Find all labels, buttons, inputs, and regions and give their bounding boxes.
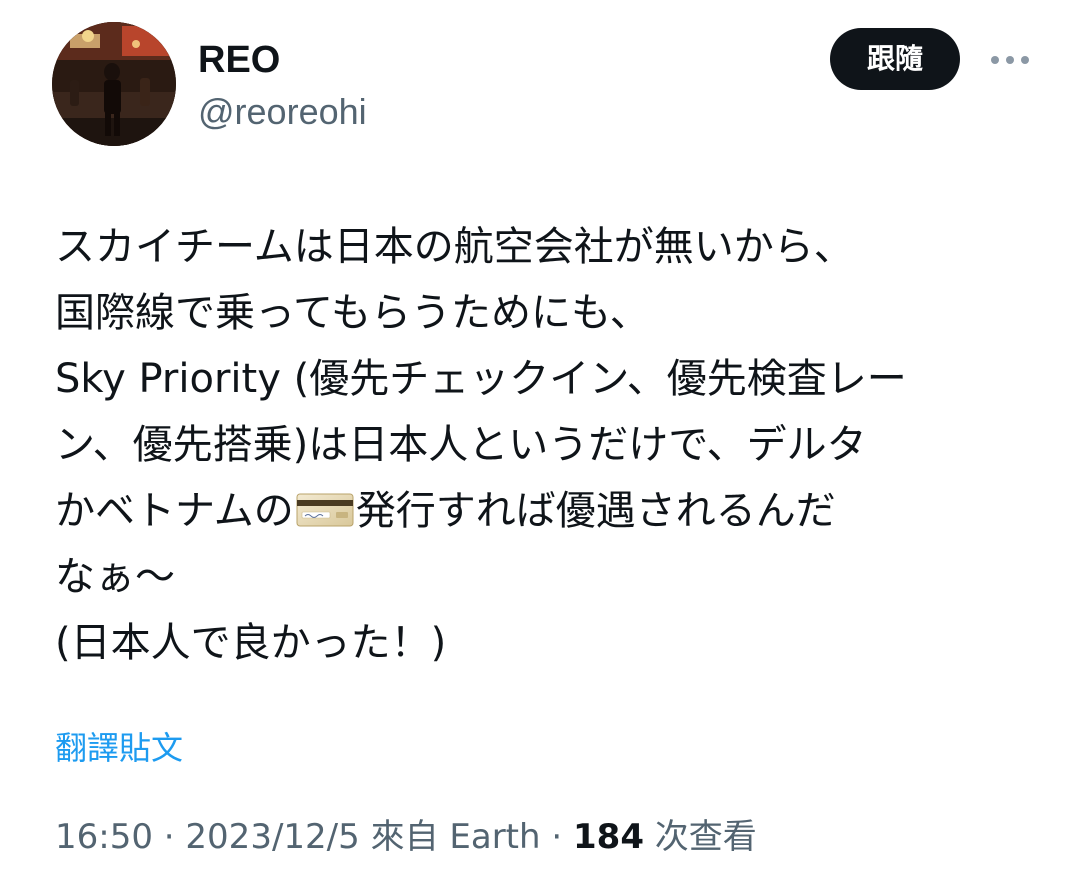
tweet-line-with-emoji: かベトナムの 発行すれば優遇されるんだ	[55, 478, 1035, 544]
more-horizontal-icon	[991, 56, 999, 64]
tweet-line: ン、優先搭乗)は日本人というだけで、デルタ	[55, 422, 867, 468]
post-time[interactable]: 16:50	[55, 817, 153, 857]
tweet-detail: REO @reoreohi 跟隨 スカイチームは日本の航空会社が無いから、 国際…	[0, 0, 1080, 886]
tweet-line: なぁ～	[55, 554, 175, 600]
view-count-label: 次查看	[643, 817, 757, 857]
post-date[interactable]: 2023/12/5	[185, 817, 359, 857]
display-name[interactable]: REO	[198, 38, 280, 82]
tweet-line-part: 発行すれば優遇されるんだ	[355, 488, 836, 534]
more-horizontal-icon-dot	[1006, 56, 1014, 64]
avatar[interactable]	[52, 22, 176, 146]
meta-separator: ·	[152, 817, 186, 857]
translate-post-link[interactable]: 翻譯貼文	[55, 724, 183, 772]
tweet-line: 国際線で乗ってもらうためにも、	[55, 290, 650, 336]
user-handle[interactable]: @reoreohi	[198, 90, 367, 134]
more-horizontal-icon-dot	[1021, 56, 1029, 64]
post-source: 來自 Earth	[359, 817, 541, 857]
tweet-line-part: かベトナムの	[55, 488, 294, 534]
meta-separator: ·	[540, 817, 573, 857]
tweet-text: スカイチームは日本の航空会社が無いから、 国際線で乗ってもらうためにも、 Sky…	[55, 214, 1035, 676]
tweet-line: (日本人で良かった！)	[55, 620, 447, 666]
tweet-meta: 16:50 · 2023/12/5 來自 Earth · 184 次查看	[55, 812, 757, 862]
avatar-photo-icon	[52, 22, 176, 146]
view-count[interactable]: 184	[573, 817, 644, 857]
follow-button[interactable]: 跟隨	[830, 28, 960, 90]
credit-card-icon	[296, 493, 354, 527]
tweet-line: Sky Priority (優先チェックイン、優先検査レー	[55, 356, 907, 402]
more-options-button[interactable]	[980, 40, 1040, 80]
tweet-line: スカイチームは日本の航空会社が無いから、	[55, 224, 854, 270]
